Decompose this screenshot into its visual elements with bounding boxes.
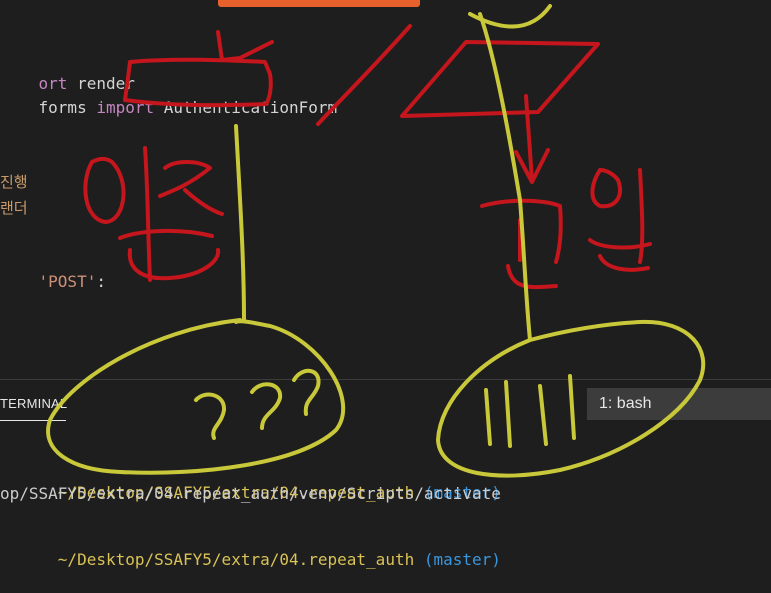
terminal-prompt-2: ~/Desktop/SSAFY5/extra/04.repeat_auth (m… <box>0 527 501 593</box>
code-line-2: forms import AuthenticationForm <box>0 72 338 117</box>
tab-terminal[interactable]: TERMINAL <box>0 396 67 411</box>
git-branch: (master) <box>423 550 501 569</box>
prompt-path: ~/Desktop/SSAFY5/extra/04.repeat_auth <box>57 550 415 569</box>
code-line-post: 'POST': <box>0 246 106 291</box>
module-name: forms <box>38 98 87 117</box>
keyword: import <box>96 98 155 117</box>
terminal-output-line: op/SSAFY5/extra/04.repeat_auth/venv/Scri… <box>0 484 501 503</box>
import-name: AuthenticationForm <box>163 98 338 117</box>
code-editor[interactable]: ort render forms import AuthenticationFo… <box>0 10 771 378</box>
tab-active-underline <box>0 420 66 421</box>
code-line-1: ort render <box>0 48 135 93</box>
bottom-panel: TERMINAL 1: bash ~/Desktop/SSAFY5/extra/… <box>0 379 771 569</box>
comment-line-1: 진행 <box>0 173 28 191</box>
code-text: : <box>96 272 106 291</box>
string-literal: 'POST' <box>38 272 97 291</box>
comment-line-2: 랜더 <box>0 199 28 217</box>
terminal-selector[interactable]: 1: bash <box>587 388 771 420</box>
active-tab-indicator <box>218 0 420 7</box>
